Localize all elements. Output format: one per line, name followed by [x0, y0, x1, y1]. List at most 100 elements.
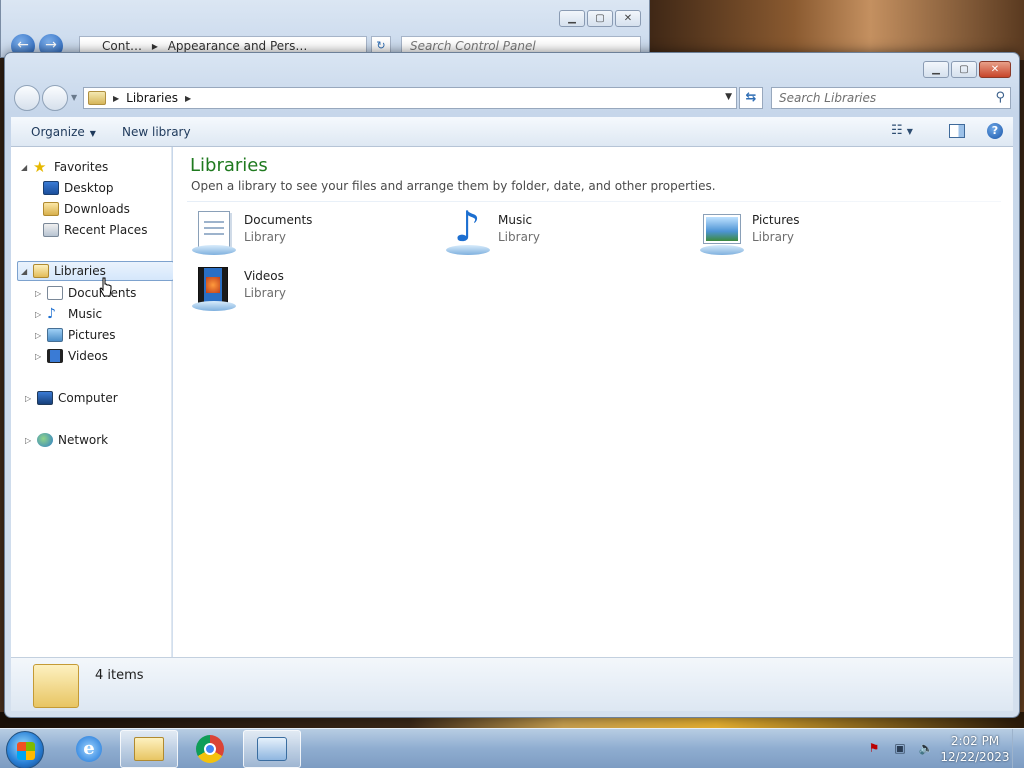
start-button[interactable] — [6, 731, 44, 768]
library-type: Library — [244, 230, 286, 244]
help-icon[interactable]: ? — [987, 123, 1003, 139]
libraries-icon — [33, 664, 79, 708]
music-icon: ♪ — [47, 306, 56, 322]
forward-button[interactable] — [42, 85, 68, 111]
show-desktop-button[interactable] — [1012, 729, 1024, 768]
recent-places-icon — [43, 223, 59, 237]
organize-button[interactable]: Organize ▼ — [31, 125, 96, 139]
search-icon[interactable]: ⚲ — [995, 90, 1005, 105]
windows-logo-icon — [17, 742, 35, 760]
clock-time: 2:02 PM — [950, 734, 1000, 748]
recent-pages-dropdown-icon[interactable]: ▼ — [71, 93, 77, 102]
tree-computer[interactable]: ▷ Computer — [25, 388, 118, 408]
control-panel-icon — [257, 737, 287, 761]
tree-libraries[interactable]: ◢ Libraries — [17, 261, 174, 281]
desktop-wallpaper — [640, 0, 1024, 60]
videos-library-icon — [190, 265, 238, 313]
library-tile-music[interactable]: ♪ Music Library — [444, 205, 674, 259]
expand-arrow-icon[interactable]: ▷ — [35, 331, 45, 340]
taskbar-chrome[interactable] — [181, 730, 239, 768]
library-name: Pictures — [752, 213, 800, 227]
tree-label: Pictures — [68, 328, 116, 342]
minimize-button[interactable]: ▁ — [923, 61, 949, 78]
taskbar: e ⚑ ▣ 🔈 2:02 PM 12/22/2023 — [0, 728, 1024, 768]
tree-label: Favorites — [54, 160, 109, 174]
clock-date: 12/22/2023 — [940, 750, 1010, 764]
music-note-icon: ♪ — [454, 202, 481, 251]
documents-icon — [47, 286, 63, 300]
library-tile-pictures[interactable]: Pictures Library — [698, 209, 928, 259]
breadcrumb-arrow-icon[interactable]: ▶ — [185, 94, 191, 103]
tree-downloads[interactable]: Downloads — [43, 199, 130, 219]
tree-label: Videos — [68, 349, 108, 363]
tree-label: Libraries — [54, 264, 106, 278]
collapse-arrow-icon[interactable]: ◢ — [21, 163, 31, 172]
tree-recent-places[interactable]: Recent Places — [43, 220, 147, 240]
tree-documents[interactable]: ▷ Documents — [35, 283, 136, 303]
item-count: 4 items — [95, 668, 144, 683]
new-library-button[interactable]: New library — [122, 125, 191, 139]
music-library-icon: ♪ — [444, 205, 492, 257]
library-type: Library — [244, 286, 286, 300]
expand-arrow-icon[interactable]: ▷ — [25, 436, 35, 445]
network-status-icon[interactable]: ▣ — [892, 741, 908, 755]
action-center-icon[interactable]: ⚑ — [866, 741, 882, 755]
preview-pane-icon[interactable] — [949, 124, 965, 138]
downloads-folder-icon — [43, 202, 59, 216]
volume-muted-icon[interactable]: 🔈 — [918, 741, 934, 755]
address-dropdown-icon[interactable]: ▼ — [725, 92, 732, 102]
library-tile-videos[interactable]: Videos Library — [190, 265, 420, 315]
mouse-cursor-icon — [99, 277, 112, 297]
system-clock[interactable]: 2:02 PM 12/22/2023 — [940, 733, 1010, 765]
pictures-library-icon — [698, 209, 746, 257]
tree-label: Music — [68, 307, 103, 321]
minimize-button[interactable]: ▁ — [559, 10, 585, 27]
close-button[interactable]: ✕ — [979, 61, 1011, 78]
tree-label: Computer — [58, 391, 118, 405]
expand-arrow-icon[interactable]: ▷ — [35, 352, 45, 361]
tree-desktop[interactable]: Desktop — [43, 178, 114, 198]
taskbar-control-panel[interactable] — [243, 730, 301, 768]
search-input[interactable] — [779, 88, 979, 108]
chrome-icon — [196, 735, 224, 763]
breadcrumb-libraries[interactable]: Libraries — [126, 91, 178, 105]
refresh-button[interactable]: ⇆ — [739, 87, 763, 109]
control-panel-window[interactable]: ▁ ▢ ✕ ← → Cont… ▸ Appearance and Pers… ↻… — [0, 0, 650, 58]
library-name: Music — [498, 213, 533, 227]
address-segment[interactable]: Cont… — [102, 39, 142, 53]
back-button[interactable] — [14, 85, 40, 111]
tree-music[interactable]: ▷ ♪ Music — [35, 304, 102, 324]
organize-label: Organize — [31, 125, 85, 139]
address-segment[interactable]: Appearance and Pers… — [168, 39, 308, 53]
tree-label: Downloads — [64, 202, 130, 216]
details-pane: 4 items — [11, 657, 1013, 711]
tree-pictures[interactable]: ▷ Pictures — [35, 325, 116, 345]
expand-arrow-icon[interactable]: ▷ — [35, 289, 45, 298]
breadcrumb-arrow-icon[interactable]: ▶ — [113, 94, 119, 103]
library-tile-documents[interactable]: Documents Library — [190, 209, 420, 259]
taskbar-internet-explorer[interactable]: e — [60, 730, 118, 768]
maximize-button[interactable]: ▢ — [951, 61, 977, 78]
search-box[interactable]: ⚲ — [771, 87, 1011, 109]
tree-videos[interactable]: ▷ Videos — [35, 346, 108, 366]
library-name: Documents — [244, 213, 313, 227]
tree-favorites[interactable]: ◢ ★ Favorites — [21, 157, 108, 177]
expand-arrow-icon[interactable]: ▷ — [35, 310, 45, 319]
expand-arrow-icon[interactable]: ▷ — [25, 394, 35, 403]
library-type: Library — [498, 230, 540, 244]
maximize-button[interactable]: ▢ — [587, 10, 613, 27]
change-view-button[interactable]: ☷ ▼ — [891, 123, 931, 141]
command-bar: Organize ▼ New library ☷ ▼ ? — [11, 117, 1013, 147]
close-button[interactable]: ✕ — [615, 10, 641, 27]
tree-network[interactable]: ▷ Network — [25, 430, 108, 450]
explorer-window: ▁ ▢ ✕ ▼ ▶ Libraries ▶ ▼ ⇆ ⚲ Organize ▼ Ne… — [4, 52, 1020, 718]
address-bar[interactable]: ▶ Libraries ▶ ▼ — [83, 87, 737, 109]
collapse-arrow-icon[interactable]: ◢ — [21, 267, 31, 276]
navigation-pane: ◢ ★ Favorites Desktop Downloads Recent P… — [11, 147, 174, 657]
libraries-icon — [88, 91, 106, 105]
taskbar-windows-explorer[interactable] — [120, 730, 178, 768]
address-segment: ▸ — [151, 39, 158, 53]
library-type: Library — [752, 230, 794, 244]
network-icon — [37, 433, 53, 447]
caption-buttons: ▁ ▢ ✕ — [923, 61, 1011, 78]
